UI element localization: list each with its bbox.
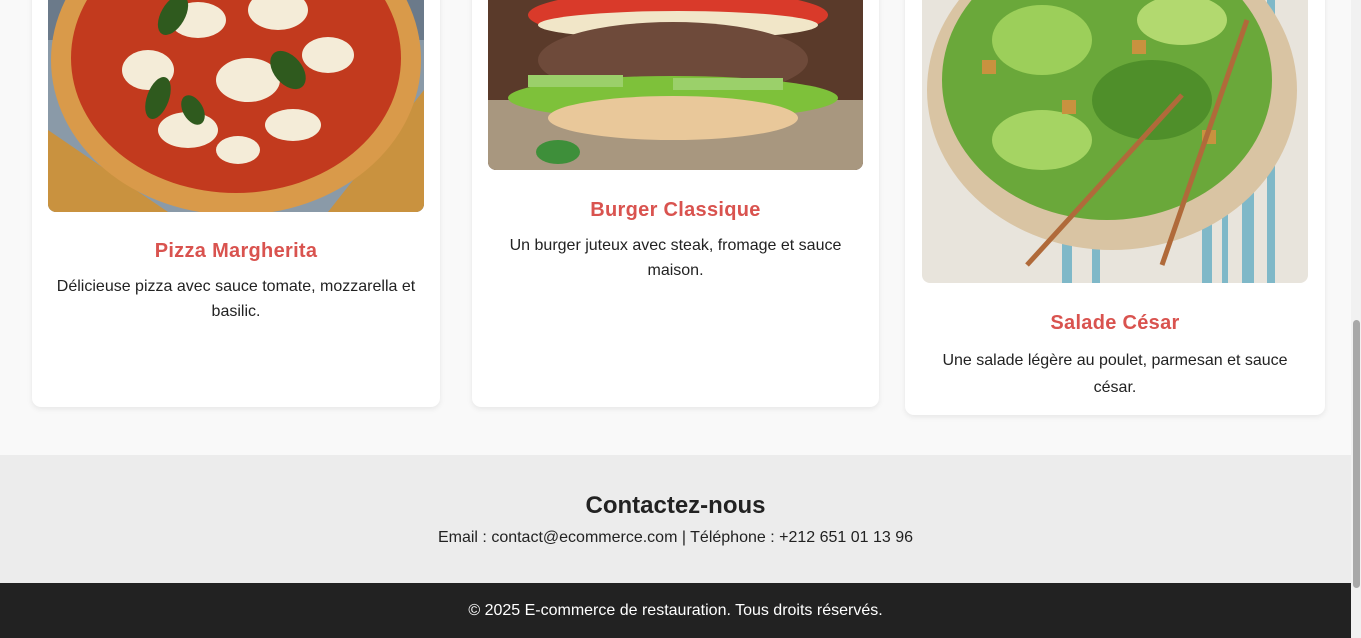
copyright-text: © 2025 E-commerce de restauration. Tous … [468,602,883,619]
contact-info: Email : contact@ecommerce.com | Téléphon… [437,529,914,546]
page: Pizza Margherita Délicieuse pizza avec s… [0,0,1351,638]
menu-item-title: Pizza Margherita [154,240,318,262]
menu-card-burger[interactable]: Burger Classique Un burger juteux avec s… [472,0,879,407]
salade-image [922,0,1308,283]
menu-card-pizza[interactable]: Pizza Margherita Délicieuse pizza avec s… [32,0,440,407]
menu-item-description: Un burger juteux avec steak, fromage et … [509,237,842,279]
pizza-image [48,0,424,212]
menu-item-description: Une salade légère au poulet, parmesan et… [942,352,1288,396]
menu-section: Pizza Margherita Délicieuse pizza avec s… [0,0,1351,455]
burger-image [488,0,863,170]
contact-title: Contactez-nous [585,492,766,519]
vertical-scrollbar[interactable] [1351,0,1361,638]
menu-card-salade[interactable]: Salade César Une salade légère au poulet… [905,0,1325,415]
contact-section: Contactez-nous Email : contact@ecommerce… [0,455,1351,583]
menu-item-title: Burger Classique [590,199,761,221]
menu-item-title: Salade César [1050,312,1180,334]
menu-item-description: Délicieuse pizza avec sauce tomate, mozz… [56,278,416,320]
footer: © 2025 E-commerce de restauration. Tous … [0,583,1351,638]
scrollbar-thumb[interactable] [1353,320,1360,588]
